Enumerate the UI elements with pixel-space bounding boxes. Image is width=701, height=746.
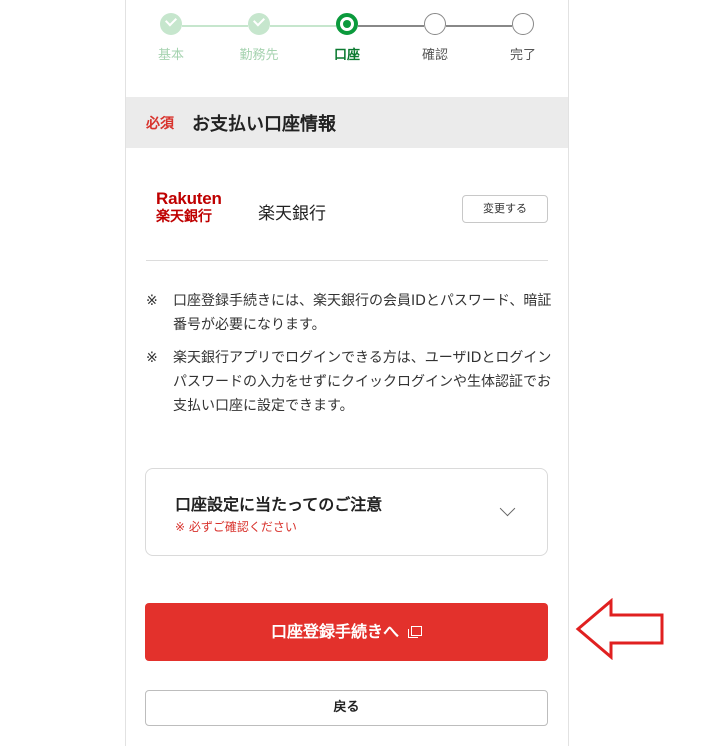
- step-label: 完了: [509, 48, 536, 63]
- step-workplace: 勤務先: [229, 13, 289, 63]
- notes-list: ※ 口座登録手続きには、楽天銀行の会員IDとパスワード、暗証番号が必要になります…: [146, 289, 556, 427]
- step-complete: 完了: [493, 13, 553, 63]
- empty-step-icon: [512, 13, 534, 35]
- left-arrow-icon: [575, 598, 664, 660]
- progress-stepper: 基本 勤務先 口座 確認 完了: [126, 0, 568, 80]
- section-header: 必須 お支払い口座情報: [126, 97, 568, 148]
- check-icon: [160, 13, 182, 35]
- external-window-icon: [408, 626, 422, 638]
- register-account-button[interactable]: 口座登録手続きへ: [145, 603, 548, 661]
- register-account-label: 口座登録手続きへ: [270, 622, 399, 641]
- note-text: 楽天銀行アプリでログインできる方は、ユーザIDとログインパスワードの入力をせずに…: [173, 350, 552, 414]
- step-label: 勤務先: [239, 48, 279, 63]
- note-mark: ※: [146, 293, 158, 309]
- divider: [146, 260, 548, 261]
- caution-accordion[interactable]: 口座設定に当たってのご注意 ※ 必ずご確認ください: [145, 468, 548, 556]
- rakuten-bank-logo: Rakuten 楽天銀行: [156, 190, 236, 230]
- logo-text-jp: 楽天銀行: [156, 209, 212, 225]
- step-confirm: 確認: [405, 13, 465, 63]
- application-panel: 基本 勤務先 口座 確認 完了 必須 お支払い口座情報 Rakuten 楽天銀行…: [125, 0, 569, 746]
- empty-step-icon: [424, 13, 446, 35]
- step-account: 口座: [317, 13, 377, 63]
- required-badge: 必須: [146, 116, 174, 132]
- bank-name: 楽天銀行: [258, 204, 326, 224]
- current-step-icon: [336, 13, 358, 35]
- note-text: 口座登録手続きには、楽天銀行の会員IDとパスワード、暗証番号が必要になります。: [173, 293, 552, 333]
- chevron-down-icon[interactable]: [499, 500, 516, 517]
- step-label: 基本: [157, 48, 184, 63]
- note-item: ※ 楽天銀行アプリでログインできる方は、ユーザIDとログインパスワードの入力をせ…: [146, 346, 556, 418]
- caution-title: 口座設定に当たってのご注意: [175, 495, 383, 514]
- step-basic: 基本: [141, 13, 201, 63]
- step-label: 口座: [333, 48, 360, 63]
- section-title: お支払い口座情報: [192, 114, 336, 135]
- note-mark: ※: [146, 350, 158, 366]
- back-button[interactable]: 戻る: [145, 690, 548, 726]
- note-item: ※ 口座登録手続きには、楽天銀行の会員IDとパスワード、暗証番号が必要になります…: [146, 289, 556, 337]
- logo-text-en: Rakuten: [156, 189, 222, 208]
- change-bank-button[interactable]: 変更する: [462, 195, 548, 223]
- check-icon: [248, 13, 270, 35]
- caution-subtitle: ※ 必ずご確認ください: [175, 520, 297, 534]
- step-label: 確認: [421, 48, 448, 63]
